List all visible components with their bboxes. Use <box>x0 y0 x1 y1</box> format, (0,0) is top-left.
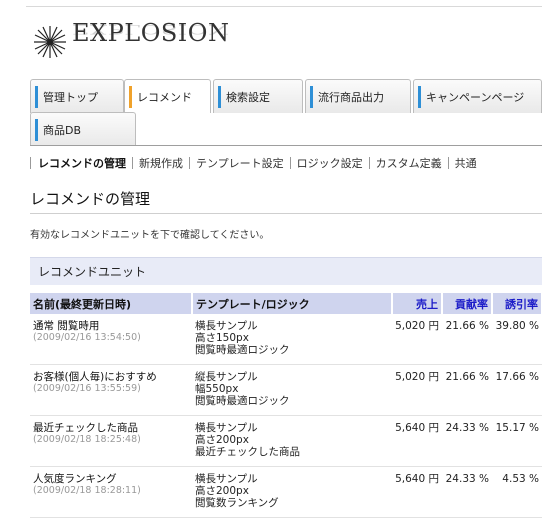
header-rule <box>26 6 542 7</box>
tab-label: キャンペーンページ <box>426 90 525 104</box>
conversion-value: 17.66 % <box>492 364 542 416</box>
column-header-name[interactable]: 名前(最終更新日時) <box>30 293 193 314</box>
template-logic-cell: 横長サンプル 高さ150px 閲覧時最適ロジック <box>192 314 392 365</box>
tab-color-bar <box>418 86 421 108</box>
subnav-separator <box>368 157 370 169</box>
tab-label: レコメンド <box>137 90 192 104</box>
unit-updated-date: (2009/02/18 18:25:48) <box>33 434 141 445</box>
subnav-separator <box>132 157 133 169</box>
tab-recommend[interactable]: レコメンド <box>124 79 211 113</box>
recommend-unit-table: 名前(最終更新日時) テンプレート/ロジック 売上 貢献率 誘引率 通常 閲覧時… <box>30 293 542 518</box>
logic-name: 閲覧時最適ロジック <box>195 344 290 356</box>
tab-trend-output[interactable]: 流行商品出力 <box>305 79 411 113</box>
table-header-row: 名前(最終更新日時) テンプレート/ロジック 売上 貢献率 誘引率 <box>30 293 542 314</box>
unit-name-cell: 通常 閲覧時用 (2009/02/16 13:54:50) <box>30 314 192 365</box>
logic-name: 閲覧数ランキング <box>195 497 279 509</box>
column-header-conversion[interactable]: 誘引率 <box>492 293 542 314</box>
tab-campaign-page[interactable]: キャンペーンページ <box>413 79 542 113</box>
template-size: 幅550px <box>195 383 239 395</box>
template-logic-cell: 縦長サンプル 幅550px 閲覧時最適ロジック <box>192 364 392 416</box>
tab-search-settings[interactable]: 検索設定 <box>213 79 303 113</box>
contribution-value: 24.33 % <box>442 415 492 467</box>
unit-updated-date: (2009/02/16 13:54:50) <box>33 332 141 343</box>
subnav-custom-definition[interactable]: カスタム定義 <box>376 155 442 171</box>
unit-name-link[interactable]: 最近チェックした商品 <box>33 422 189 434</box>
sales-value: 5,640 円 <box>392 466 442 518</box>
subnav-common[interactable]: 共通 <box>455 155 477 171</box>
template-name: 横長サンプル <box>195 320 258 332</box>
tab-product-db[interactable]: 商品DB <box>30 112 136 146</box>
unit-name-link[interactable]: お客様(個人毎)におすすめ <box>33 371 189 383</box>
table-row[interactable]: 人気度ランキング (2009/02/18 18:28:11) 横長サンプル 高さ… <box>30 466 542 518</box>
conversion-value: 39.80 % <box>492 314 542 365</box>
subnav-create-new[interactable]: 新規作成 <box>139 155 183 171</box>
conversion-value: 4.53 % <box>492 466 542 518</box>
tab-color-bar <box>218 86 221 108</box>
page-description: 有効なレコメンドユニットを下で確認してください。 <box>30 230 270 241</box>
conversion-value: 15.17 % <box>492 415 542 467</box>
subnav-separator <box>30 157 31 169</box>
unit-name-cell: 最近チェックした商品 (2009/02/18 18:25:48) <box>30 415 192 467</box>
logo-reflection: EXPLOSION <box>72 21 230 37</box>
column-header-sales[interactable]: 売上 <box>392 293 443 314</box>
template-size: 高さ200px <box>195 485 249 497</box>
template-size: 高さ150px <box>195 332 249 344</box>
subnav-separator <box>289 157 291 169</box>
subnav-template-settings[interactable]: テンプレート設定 <box>196 155 284 171</box>
template-logic-cell: 横長サンプル 高さ200px 閲覧数ランキング <box>192 466 392 518</box>
column-header-contribution[interactable]: 貢献率 <box>442 293 493 314</box>
unit-panel-heading: レコメンドユニット <box>30 257 542 285</box>
subnav-manage-recommend[interactable]: レコメンドの管理 <box>38 155 126 171</box>
template-size: 高さ200px <box>195 434 249 446</box>
tab-admin-top[interactable]: 管理トップ <box>30 79 124 113</box>
unit-updated-date: (2009/02/18 18:28:11) <box>33 485 141 496</box>
tab-color-bar <box>35 119 38 141</box>
tabs-divider <box>30 145 542 146</box>
tab-color-bar <box>35 86 38 108</box>
unit-updated-date: (2009/02/16 13:55:59) <box>33 383 141 394</box>
tab-color-bar <box>129 86 132 108</box>
tab-label: 管理トップ <box>43 90 98 104</box>
table-row[interactable]: お客様(個人毎)におすすめ (2009/02/16 13:55:59) 縦長サン… <box>30 364 542 416</box>
table-row[interactable]: 最近チェックした商品 (2009/02/18 18:25:48) 横長サンプル … <box>30 415 542 467</box>
logic-name: 最近チェックした商品 <box>195 446 300 458</box>
sub-navigation: レコメンドの管理 新規作成 テンプレート設定 ロジック設定 カスタム定義 共通 <box>30 156 477 170</box>
contribution-value: 21.66 % <box>442 364 492 416</box>
contribution-value: 21.66 % <box>442 314 492 365</box>
unit-name-cell: 人気度ランキング (2009/02/18 18:28:11) <box>30 466 192 518</box>
contribution-value: 24.33 % <box>442 466 492 518</box>
title-divider <box>30 213 542 214</box>
sales-value: 5,020 円 <box>392 314 442 365</box>
page-title: レコメンドの管理 <box>30 190 151 208</box>
template-name: 縦長サンプル <box>195 371 258 383</box>
subnav-logic-settings[interactable]: ロジック設定 <box>297 155 363 171</box>
table-row[interactable]: 通常 閲覧時用 (2009/02/16 13:54:50) 横長サンプル 高さ1… <box>30 314 542 365</box>
tab-label: 流行商品出力 <box>318 90 384 104</box>
tab-color-bar <box>310 86 313 108</box>
subnav-separator <box>189 157 190 169</box>
unit-name-link[interactable]: 人気度ランキング <box>33 473 189 485</box>
sales-value: 5,020 円 <box>392 364 442 416</box>
logic-name: 閲覧時最適ロジック <box>195 395 290 407</box>
unit-name-cell: お客様(個人毎)におすすめ (2009/02/16 13:55:59) <box>30 364 192 416</box>
template-name: 横長サンプル <box>195 473 258 485</box>
column-header-template[interactable]: テンプレート/ロジック <box>192 293 393 314</box>
tab-label: 商品DB <box>43 123 82 137</box>
explosion-logo[interactable]: EXPLOSION EXPLOSION <box>26 8 230 68</box>
starburst-icon <box>34 26 66 58</box>
tab-label: 検索設定 <box>226 90 270 104</box>
subnav-separator <box>447 157 449 169</box>
sales-value: 5,640 円 <box>392 415 442 467</box>
template-logic-cell: 横長サンプル 高さ200px 最近チェックした商品 <box>192 415 392 467</box>
unit-name-link[interactable]: 通常 閲覧時用 <box>33 320 189 332</box>
template-name: 横長サンプル <box>195 422 258 434</box>
